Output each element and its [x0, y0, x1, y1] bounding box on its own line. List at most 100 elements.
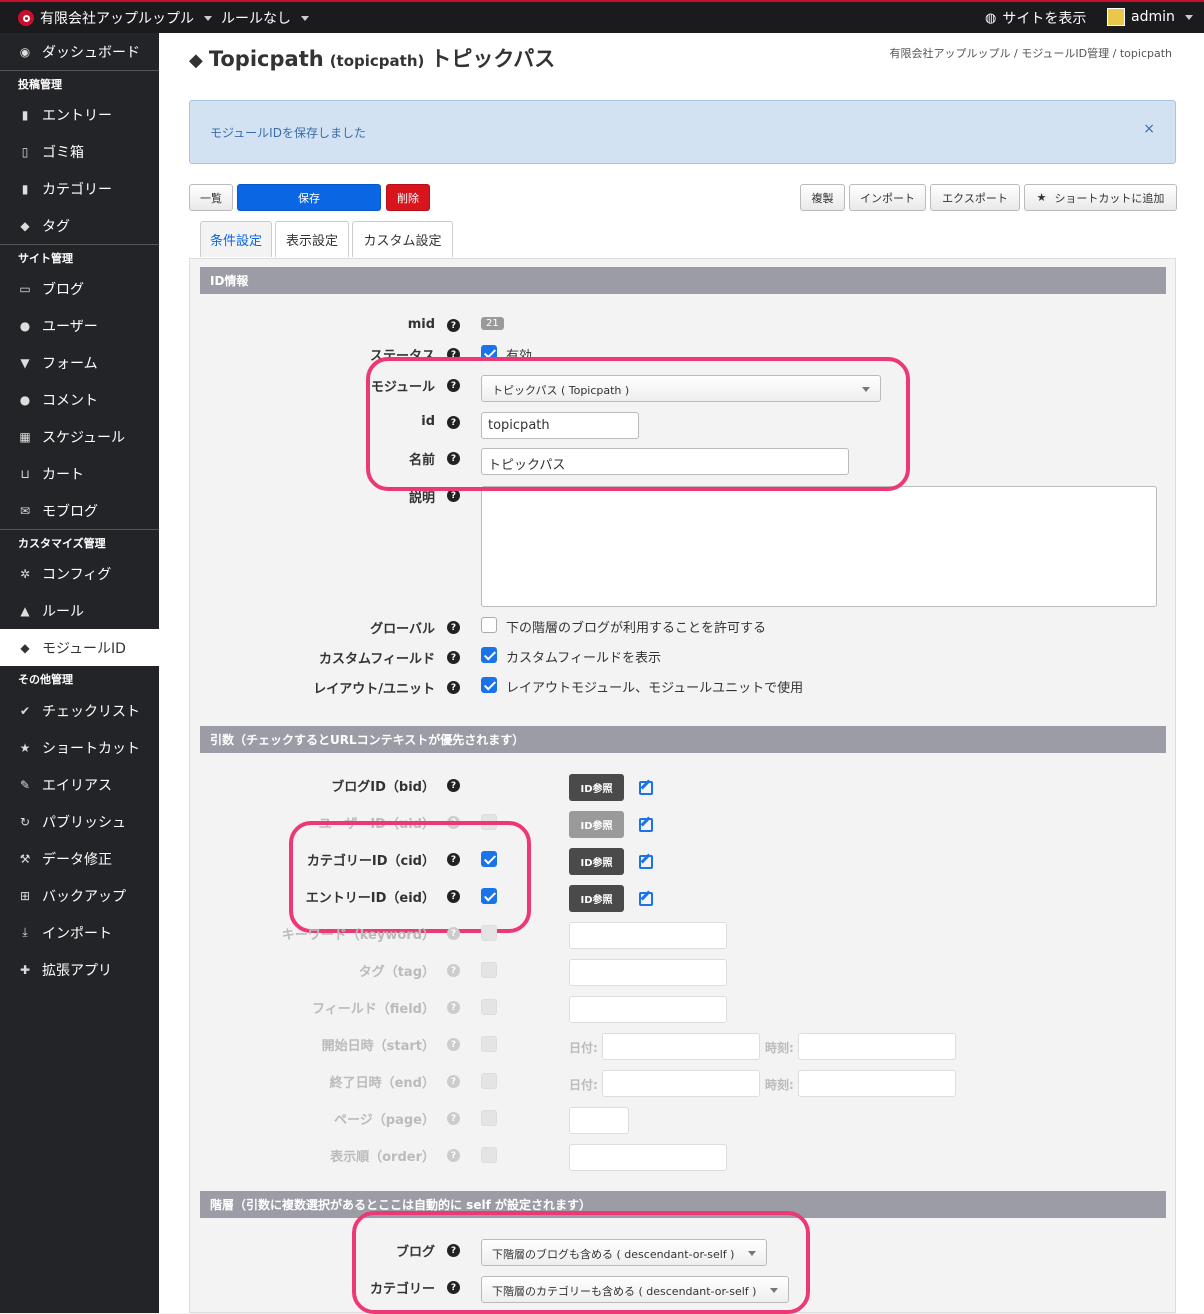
sidebar-item-label: ショートカット [42, 740, 140, 757]
layout-checkbox[interactable] [481, 677, 497, 693]
highlight-box [352, 1211, 810, 1314]
field-checkbox[interactable] [481, 999, 497, 1015]
sidebar-item-config[interactable]: ✲ コンフィグ [0, 555, 159, 592]
save-button[interactable]: 保存 [237, 184, 381, 211]
sidebar-item-label: バックアップ [42, 888, 126, 905]
help-icon[interactable]: ? [447, 1038, 460, 1051]
field-input[interactable] [569, 996, 727, 1023]
refresh-icon: ↻ [19, 814, 31, 829]
edit-icon[interactable] [639, 781, 653, 795]
id-ref-button[interactable]: ID参照 [569, 848, 624, 875]
field-label: フィールド（field） [312, 1002, 435, 1017]
user-menu[interactable]: admin [1107, 8, 1193, 26]
order-checkbox[interactable] [481, 1147, 497, 1163]
sidebar-item-rule[interactable]: ▲ ルール [0, 592, 159, 629]
help-icon[interactable]: ? [447, 964, 460, 977]
site-switcher[interactable]: 有限会社アップルップル [18, 8, 212, 28]
start-date-input[interactable] [602, 1033, 760, 1060]
sidebar: ◉ ダッシュボード 投稿管理 ▮ エントリー ▯ ゴミ箱 ▮ カテゴリー ◆ タグ サイト… [0, 33, 159, 1313]
start-checkbox[interactable] [481, 1036, 497, 1052]
help-icon[interactable]: ? [447, 1001, 460, 1014]
end-time-input[interactable] [798, 1070, 956, 1097]
order-input[interactable] [569, 1144, 727, 1171]
tag-input[interactable] [569, 959, 727, 986]
export-button[interactable]: エクスポート [930, 184, 1020, 211]
sidebar-item-schedule[interactable]: ▦ スケジュール [0, 418, 159, 455]
custom-field-label: カスタムフィールド [319, 652, 435, 667]
help-icon[interactable]: ? [447, 319, 460, 332]
sidebar-item-dashboard[interactable]: ◉ ダッシュボード [0, 33, 159, 70]
download-icon: ⤓ [22, 925, 28, 939]
help-icon[interactable]: ? [447, 1075, 460, 1088]
custom-field-checkbox[interactable] [481, 647, 497, 663]
global-checkbox[interactable] [481, 617, 497, 633]
list-button[interactable]: 一覧 [189, 184, 233, 211]
keyword-checkbox[interactable] [481, 925, 497, 941]
sidebar-item-comment[interactable]: ● コメント [0, 381, 159, 418]
id-ref-button[interactable]: ID参照 [569, 774, 624, 801]
duplicate-button[interactable]: 複製 [800, 184, 845, 211]
breadcrumb-item[interactable]: 有限会社アップルップル [890, 47, 1011, 60]
view-site-label: サイトを表示 [1002, 11, 1087, 27]
page-checkbox[interactable] [481, 1110, 497, 1126]
close-icon[interactable]: × [1143, 121, 1155, 137]
sidebar-item-blog[interactable]: ▭ ブログ [0, 270, 159, 307]
mid-label: mid [407, 317, 435, 332]
delete-button[interactable]: 削除 [386, 184, 430, 211]
id-ref-button[interactable]: ID参照 [569, 811, 624, 838]
sidebar-item-tag[interactable]: ◆ タグ [0, 207, 159, 244]
sidebar-item-import[interactable]: ⤓ インポート [0, 914, 159, 951]
end-date-input[interactable] [602, 1070, 760, 1097]
sidebar-item-trash[interactable]: ▯ ゴミ箱 [0, 133, 159, 170]
highlight-box [289, 821, 531, 933]
description-textarea[interactable] [481, 486, 1157, 607]
sidebar-item-category[interactable]: ▮ カテゴリー [0, 170, 159, 207]
globe-icon: ◍ [985, 10, 997, 26]
sidebar-item-user[interactable]: ● ユーザー [0, 307, 159, 344]
custom-field-text: カスタムフィールドを表示 [506, 651, 661, 666]
help-icon[interactable]: ? [447, 621, 460, 634]
page-label: ページ（page） [334, 1113, 435, 1128]
edit-icon[interactable] [639, 892, 653, 906]
edit-icon[interactable] [639, 818, 653, 832]
sidebar-item-publish[interactable]: ↻ パブリッシュ [0, 803, 159, 840]
sidebar-heading-posts: 投稿管理 [0, 70, 159, 96]
end-checkbox[interactable] [481, 1073, 497, 1089]
add-shortcut-button[interactable]: ★ ショートカットに追加 [1024, 184, 1177, 211]
tab-conditions[interactable]: 条件設定 [200, 221, 272, 257]
end-time-label: 時刻: [765, 1078, 794, 1092]
tag-checkbox[interactable] [481, 962, 497, 978]
sidebar-item-ext-app[interactable]: ✚ 拡張アプリ [0, 951, 159, 988]
rule-switcher[interactable]: ルールなし [221, 8, 309, 28]
sidebar-item-data-fix[interactable]: ⚒ データ修正 [0, 840, 159, 877]
help-icon[interactable]: ? [447, 1112, 460, 1125]
sidebar-item-cart[interactable]: ⊔ カート [0, 455, 159, 492]
help-icon[interactable]: ? [447, 651, 460, 664]
help-icon[interactable]: ? [447, 779, 460, 792]
start-time-input[interactable] [798, 1033, 956, 1060]
sidebar-item-entry[interactable]: ▮ エントリー [0, 96, 159, 133]
page-input[interactable] [569, 1107, 629, 1134]
sidebar-item-shortcut[interactable]: ★ ショートカット [0, 729, 159, 766]
keyword-input[interactable] [569, 922, 727, 949]
tab-custom[interactable]: カスタム設定 [352, 221, 453, 257]
help-icon[interactable]: ? [447, 681, 460, 694]
breadcrumb-item[interactable]: モジュールID管理 [1021, 47, 1109, 60]
id-ref-button[interactable]: ID参照 [569, 885, 624, 912]
edit-icon[interactable] [639, 855, 653, 869]
sidebar-item-module-id[interactable]: ◆ モジュールID [0, 629, 159, 666]
sidebar-item-alias[interactable]: ✎ エイリアス [0, 766, 159, 803]
help-icon[interactable]: ? [447, 927, 460, 940]
help-icon[interactable]: ? [447, 1149, 460, 1162]
settings-panel: ID情報 mid ? 21 ステータス ? 有効 モジュール ? トピックパス … [189, 258, 1176, 1314]
import-button[interactable]: インポート [849, 184, 926, 211]
section-header-arguments: 引数（チェックするとURLコンテキストが優先されます） [200, 726, 1166, 753]
sidebar-item-checklist[interactable]: ✔ チェックリスト [0, 692, 159, 729]
tab-display[interactable]: 表示設定 [275, 221, 349, 257]
sidebar-item-backup[interactable]: ⊞ バックアップ [0, 877, 159, 914]
user-name: admin [1131, 9, 1175, 25]
sidebar-item-moblog[interactable]: ✉ モブログ [0, 492, 159, 529]
view-site-link[interactable]: ◍ サイトを表示 [985, 8, 1086, 28]
sidebar-item-form[interactable]: ▼ フォーム [0, 344, 159, 381]
order-label: 表示順（order） [330, 1150, 435, 1165]
